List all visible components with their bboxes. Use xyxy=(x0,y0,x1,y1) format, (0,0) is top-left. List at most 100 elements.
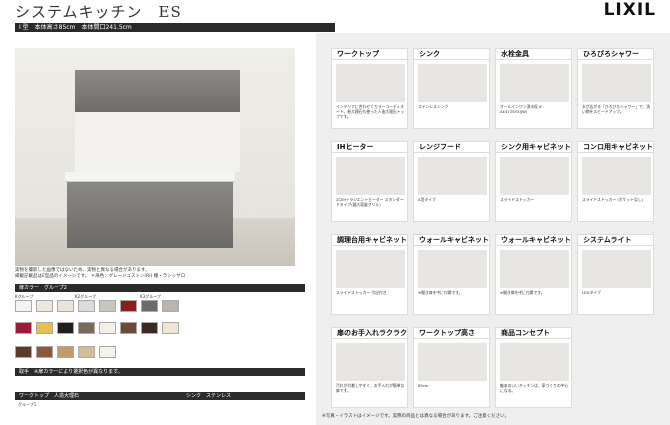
color-swatch xyxy=(15,300,32,312)
card-title: ワークトップ高さ xyxy=(414,328,489,339)
color-swatch xyxy=(57,300,74,312)
card-text: スライドストッカー xyxy=(500,197,535,202)
color-swatch xyxy=(36,300,53,312)
card-image xyxy=(500,343,569,381)
card-text: 85cm xyxy=(418,383,429,388)
lower-cabinet xyxy=(67,182,233,248)
color-swatch xyxy=(57,322,74,334)
lixil-logo: LIXIL xyxy=(603,0,656,20)
card-title: ウォールキャビネット xyxy=(414,235,489,246)
card-image xyxy=(418,343,487,381)
feature-card: 扉のお手入れラクラク 汚れが付着しやすく、お手入れが簡単な扉です。 xyxy=(331,327,408,408)
backsplash xyxy=(75,112,240,172)
card-title: ウォールキャビネット xyxy=(496,235,571,246)
card-image xyxy=(500,157,569,195)
worktop-group: グループ1 xyxy=(18,402,37,407)
card-image xyxy=(500,64,569,102)
footer-note: ※写真・イラストはイメージです。実際の商品とは異なる場合があります。ご注意くださ… xyxy=(322,414,510,419)
feature-card: シンク用キャビネットスライドストッカー xyxy=(495,141,572,222)
feature-card: シンクステンレスシンク xyxy=(413,48,490,129)
kitchen-image xyxy=(15,48,295,266)
color-swatch xyxy=(141,322,158,334)
card-image xyxy=(500,250,569,288)
color-swatch xyxy=(162,300,179,312)
feature-card: レンジフード A型タイプ xyxy=(413,141,490,222)
image-note: 実物を撮影した画像ではないため、実物と異なる場合があります。 掲載記載品はE型品… xyxy=(15,268,305,280)
sink-section: シンク ステンレス xyxy=(182,392,305,400)
color-swatch xyxy=(15,322,32,334)
card-image xyxy=(336,343,405,381)
handle-section: 取手 ※扉カラーにより選択色が異なります。 xyxy=(15,368,305,376)
feature-card: 調理台用キャビネットスライドストッカー 引出付き xyxy=(331,234,408,315)
card-image xyxy=(336,157,405,195)
card-image xyxy=(582,250,651,288)
card-title: シンク用キャビネット xyxy=(496,142,571,153)
color-swatch xyxy=(99,346,116,358)
door-color-section: 扉カラー グループ2 xyxy=(15,284,305,292)
feature-card: ひろびろシャワー 水が広がる「ひろびろシャワー」で、洗い物をスピードアップ。 xyxy=(577,48,654,129)
swatch-row-3 xyxy=(15,346,120,358)
header: システムキッチン ES LIXIL xyxy=(0,0,670,22)
feature-card: ウォールキャビネット ※開き扉を中に付属です。 xyxy=(495,234,572,315)
color-swatch xyxy=(36,346,53,358)
card-image xyxy=(336,64,405,102)
card-text: ※開き扉を中に付属です。 xyxy=(418,290,463,295)
card-text: ステンレスシンク xyxy=(418,104,449,109)
color-swatch xyxy=(120,322,137,334)
card-text: 水が広がる「ひろびろシャワー」で、洗い物をスピードアップ。 xyxy=(582,104,651,114)
card-image xyxy=(418,250,487,288)
card-text: ※開き扉を中に付属です。 xyxy=(500,290,545,295)
color-swatch xyxy=(78,346,95,358)
feature-card: ワークトップインテリアに合わせてカラーコーディネート。新大理石も使った人造大理石… xyxy=(331,48,408,129)
card-text: LEDタイプ xyxy=(582,290,601,295)
note-line-2: 掲載記載品はE型品のイメージです。 ＊扉色：グレージュストン(RI) 棚・ラシッ… xyxy=(15,274,186,279)
card-image xyxy=(418,64,487,102)
card-text: インテリアに合わせてカラーコーディネート。新大理石も使った人造大理石トップです。 xyxy=(336,104,405,119)
color-swatch xyxy=(141,300,158,312)
card-text: スライドストッカー 引出付き xyxy=(336,290,387,295)
card-title: システムライト xyxy=(578,235,653,246)
spec-bar: I 型 本体高さ85cm 本体間口241.5cm xyxy=(15,23,335,32)
card-text: 2口IH+ラジエントヒーター スタンダードタイプ(鍋大容量グリル) xyxy=(336,197,404,207)
card-title: IHヒーター xyxy=(332,142,407,153)
card-title: 調理台用キャビネット xyxy=(332,235,407,246)
card-text: A型タイプ xyxy=(418,197,436,202)
card-text: スライドストッカー (ポケットなし) xyxy=(582,197,644,202)
card-text: オールインワン浄水栓 JF-AE472SYX(JW) xyxy=(500,104,544,114)
card-title: ワークトップ xyxy=(332,49,407,60)
feature-card: IHヒーター 2口IH+ラジエントヒーター スタンダードタイプ(鍋大容量グリル) xyxy=(331,141,408,222)
card-title: レンジフード xyxy=(414,142,489,153)
card-title: ひろびろシャワー xyxy=(578,49,653,60)
color-swatch xyxy=(15,346,32,358)
color-swatch xyxy=(120,300,137,312)
countertop xyxy=(65,172,235,182)
color-swatch xyxy=(57,346,74,358)
color-swatch xyxy=(99,300,116,312)
color-swatch xyxy=(36,322,53,334)
color-swatch xyxy=(78,300,95,312)
card-text: 魅あのいいキッチンは、家づくりの中心になる。 xyxy=(500,383,569,393)
upper-cabinet xyxy=(75,70,240,112)
feature-card: 商品コンセプト 魅あのいいキッチンは、家づくりの中心になる。 xyxy=(495,327,572,408)
card-title: シンク xyxy=(414,49,489,60)
card-image xyxy=(582,64,651,102)
card-title: コンロ用キャビネット xyxy=(578,142,653,153)
card-text: 汚れが付着しやすく、お手入れが簡単な扉です。 xyxy=(336,383,405,393)
feature-card: ウォールキャビネット ※開き扉を中に付属です。 xyxy=(413,234,490,315)
card-image xyxy=(418,157,487,195)
feature-card: ワークトップ高さ 85cm xyxy=(413,327,490,408)
card-title: 商品コンセプト xyxy=(496,328,571,339)
card-image xyxy=(582,157,651,195)
swatch-row-1 xyxy=(15,300,183,312)
feature-card: システムライト LEDタイプ xyxy=(577,234,654,315)
page-title: システムキッチン ES xyxy=(15,3,182,21)
feature-card: 水栓金具オールインワン浄水栓 JF-AE472SYX(JW) xyxy=(495,48,572,129)
feature-card: コンロ用キャビネットスライドストッカー (ポケットなし) xyxy=(577,141,654,222)
color-swatch xyxy=(99,322,116,334)
card-image xyxy=(336,250,405,288)
card-title: 扉のお手入れラクラク xyxy=(332,328,407,339)
card-title: 水栓金具 xyxy=(496,49,571,60)
color-swatch xyxy=(162,322,179,334)
color-swatch xyxy=(78,322,95,334)
swatch-row-2 xyxy=(15,322,183,334)
